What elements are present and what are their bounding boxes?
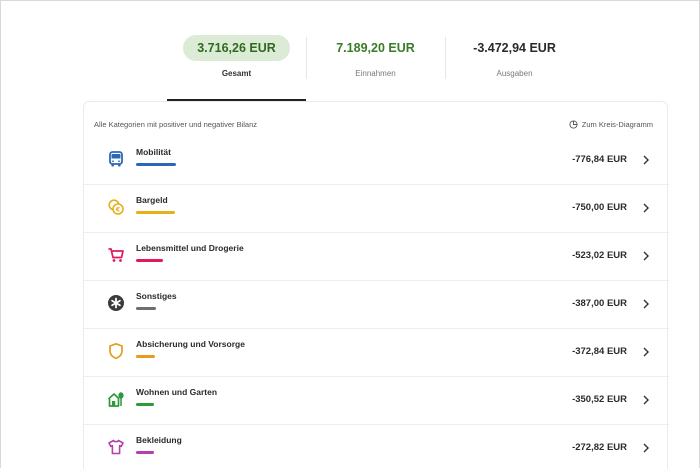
tab-amount: -3.472,94 EUR <box>473 41 556 55</box>
category-row-bekleidung[interactable]: Bekleidung -272,82 EUR <box>84 425 669 473</box>
category-bar <box>136 451 154 454</box>
coins-icon: € <box>107 198 125 216</box>
category-row-mobilitaet[interactable]: Mobilität -776,84 EUR <box>84 137 669 185</box>
app-frame: 3.716,26 EUR Gesamt 7.189,20 EUR Einnahm… <box>0 0 700 469</box>
asterisk-icon <box>107 294 125 312</box>
category-amount: -387,00 EUR <box>572 298 627 309</box>
category-bar <box>136 403 154 406</box>
category-name: Absicherung und Vorsorge <box>136 339 245 349</box>
tab-gesamt[interactable]: 3.716,26 EUR Gesamt <box>167 31 306 101</box>
house-plant-icon <box>107 390 125 408</box>
category-panel: Alle Kategorien mit positiver und negati… <box>83 101 669 469</box>
category-row-lebensmittel[interactable]: Lebensmittel und Drogerie -523,02 EUR <box>84 233 669 281</box>
pie-chart-link[interactable]: Zum Kreis-Diagramm <box>569 120 653 129</box>
category-amount: -372,84 EUR <box>572 346 627 357</box>
category-name: Lebensmittel und Drogerie <box>136 243 244 253</box>
tab-label: Ausgaben <box>496 69 533 78</box>
category-bar <box>136 307 156 310</box>
category-amount: -350,52 EUR <box>572 394 627 405</box>
chevron-right-icon <box>641 249 651 261</box>
category-amount: -272,82 EUR <box>572 442 627 453</box>
category-amount: -523,02 EUR <box>572 250 627 261</box>
pie-chart-link-label: Zum Kreis-Diagramm <box>581 119 653 129</box>
chevron-right-icon <box>641 441 651 453</box>
tab-amount: 7.189,20 EUR <box>336 41 415 55</box>
tab-amount: 3.716,26 EUR <box>183 35 290 61</box>
category-bar <box>136 211 175 214</box>
balance-tabs: 3.716,26 EUR Gesamt 7.189,20 EUR Einnahm… <box>167 31 586 101</box>
cart-icon <box>107 246 125 264</box>
panel-header: Alle Kategorien mit positiver und negati… <box>94 118 653 130</box>
category-amount: -776,84 EUR <box>572 154 627 165</box>
chevron-right-icon <box>641 297 651 309</box>
category-row-bargeld[interactable]: € Bargeld -750,00 EUR <box>84 185 669 233</box>
bus-icon <box>107 150 125 168</box>
category-row-sonstiges[interactable]: Sonstiges -387,00 EUR <box>84 281 669 329</box>
chevron-right-icon <box>641 345 651 357</box>
chevron-right-icon <box>641 393 651 405</box>
category-name: Mobilität <box>136 147 171 157</box>
category-amount: -750,00 EUR <box>572 202 627 213</box>
tab-label: Einnahmen <box>355 69 396 78</box>
shirt-icon <box>107 438 125 456</box>
category-name: Bekleidung <box>136 435 182 445</box>
category-name: Wohnen und Garten <box>136 387 218 397</box>
pie-chart-icon <box>569 119 578 129</box>
panel-heading: Alle Kategorien mit positiver und negati… <box>94 119 258 129</box>
shield-icon <box>107 342 125 360</box>
chevron-right-icon <box>641 153 651 165</box>
category-row-absicherung[interactable]: Absicherung und Vorsorge -372,84 EUR <box>84 329 669 377</box>
tab-label: Gesamt <box>221 69 252 78</box>
svg-text:€: € <box>115 205 121 213</box>
category-bar <box>136 163 176 166</box>
category-bar <box>136 259 163 262</box>
tab-ausgaben[interactable]: -3.472,94 EUR Ausgaben <box>445 31 584 101</box>
category-row-wohnen[interactable]: Wohnen und Garten -350,52 EUR <box>84 377 669 425</box>
category-name: Sonstiges <box>136 291 177 301</box>
category-bar <box>136 355 155 358</box>
chevron-right-icon <box>641 201 651 213</box>
category-list: Mobilität -776,84 EUR € Bargeld -750,00 … <box>84 137 669 473</box>
category-name: Bargeld <box>136 195 168 205</box>
tab-einnahmen[interactable]: 7.189,20 EUR Einnahmen <box>306 31 445 101</box>
